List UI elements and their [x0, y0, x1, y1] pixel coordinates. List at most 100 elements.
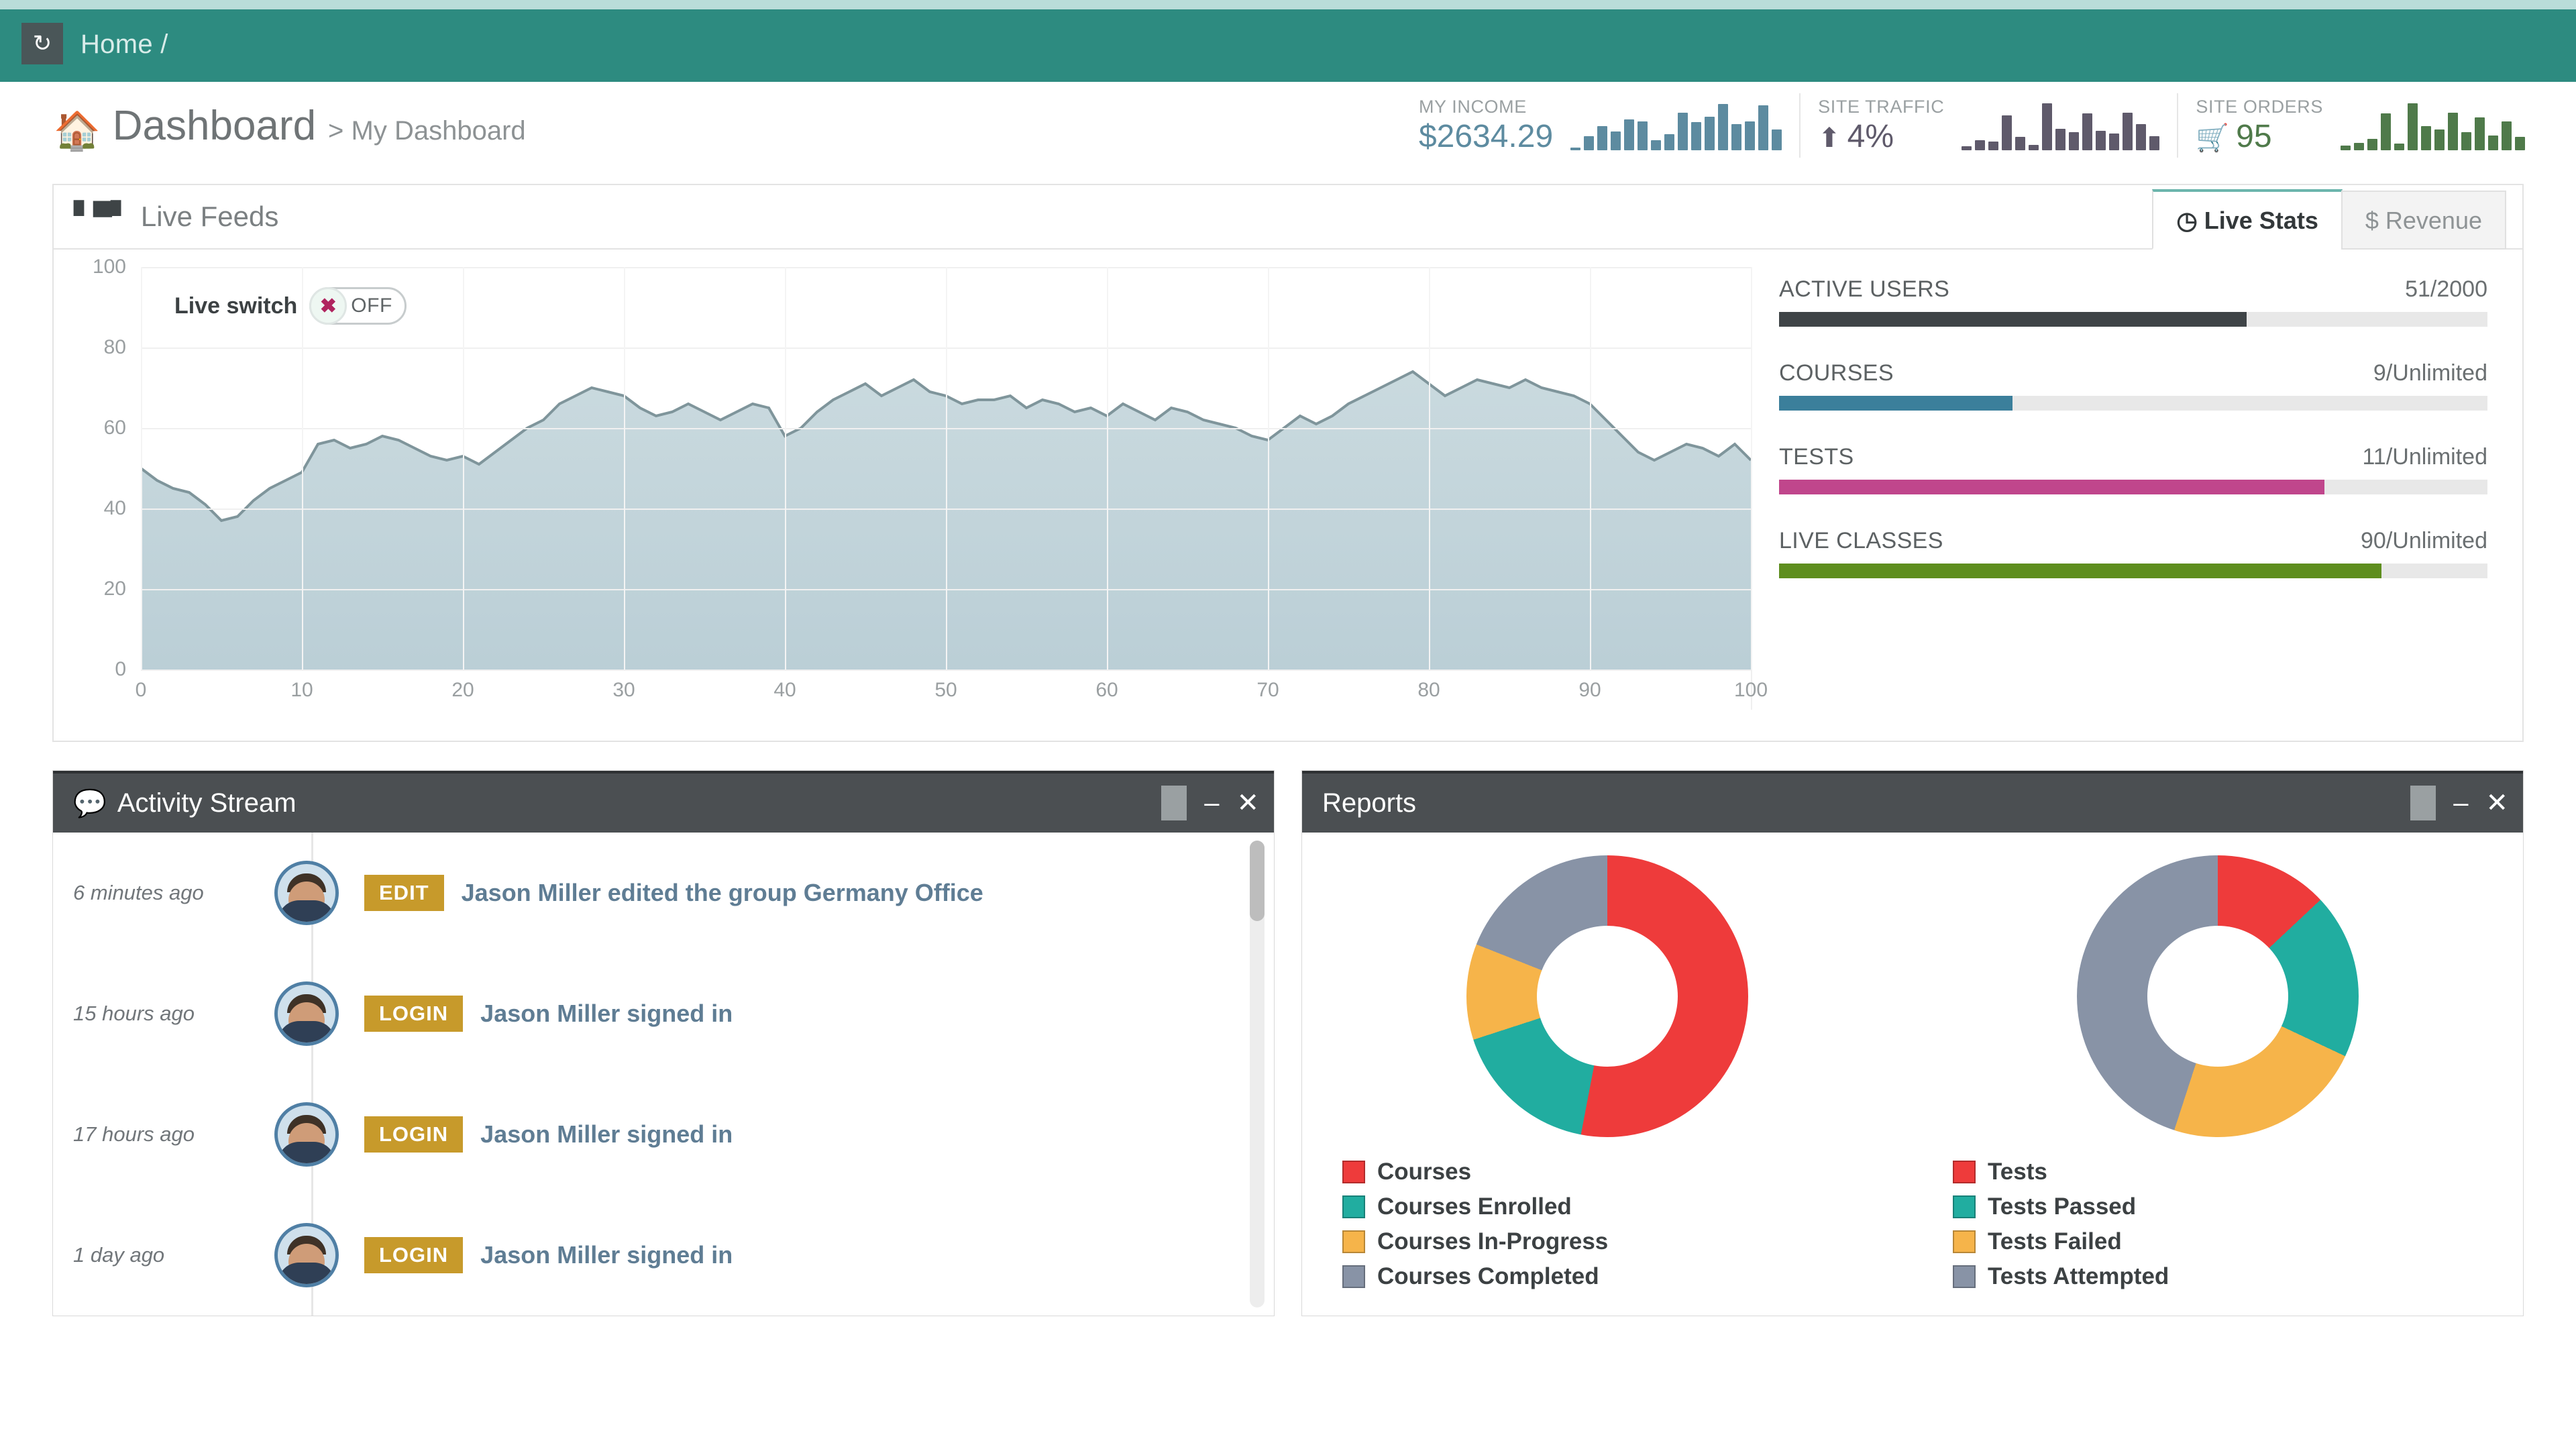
- tab-revenue[interactable]: $Revenue: [2341, 191, 2506, 250]
- legend-item[interactable]: Tests Passed: [1953, 1193, 2169, 1220]
- header-stat-my-income: MY INCOME$2634.29: [1401, 93, 1799, 158]
- activity-scrollbar-thumb[interactable]: [1250, 841, 1265, 921]
- minimize-icon[interactable]: –: [1204, 790, 1219, 816]
- chart-vertical-gridline: [1751, 267, 1752, 670]
- tests-donut-group: Tests Tests Passed Tests Failed Tests Attem…: [1913, 855, 2523, 1316]
- activity-text[interactable]: Jason Miller signed in: [480, 1000, 733, 1028]
- legend-label: Tests Passed: [1988, 1193, 2136, 1220]
- activity-timestamp: 17 hours ago: [73, 1122, 274, 1146]
- close-x-icon: ✖: [309, 287, 347, 325]
- tests-donut-chart: [2077, 855, 2359, 1137]
- chart-vertical-gridline: [1107, 267, 1108, 670]
- activity-stream-header: 💬 Activity Stream – ✕: [53, 771, 1274, 833]
- legend-item[interactable]: Courses In-Progress: [1342, 1228, 1608, 1255]
- close-icon[interactable]: ✕: [2485, 790, 2508, 816]
- reports-body: Courses Courses Enrolled Courses In-Progre…: [1302, 833, 2523, 1316]
- legend-item[interactable]: Courses Enrolled: [1342, 1193, 1608, 1220]
- activity-item[interactable]: 1 day ago LOGIN Jason Miller signed in: [53, 1195, 1274, 1316]
- chart-vertical-gridline: [1429, 267, 1430, 670]
- live-stat-label: TESTS: [1779, 444, 1854, 470]
- chart-vertical-gridline: [1268, 267, 1269, 670]
- live-stat-progress-fill: [1779, 396, 2012, 411]
- bar-chart-icon: ▘▀▘: [74, 201, 130, 232]
- chart-vertical-gridline: [785, 267, 786, 670]
- live-stat-row: ACTIVE USERS51/2000: [1779, 276, 2487, 327]
- activity-text[interactable]: Jason Miller signed in: [480, 1120, 733, 1149]
- reports-title: Reports: [1322, 788, 1416, 818]
- chart-x-tick-label: 40: [773, 679, 796, 702]
- legend-item[interactable]: Courses Completed: [1342, 1263, 1608, 1290]
- live-stat-header: COURSES9/Unlimited: [1779, 360, 2487, 386]
- restore-icon[interactable]: [1161, 786, 1187, 820]
- page-header: 🏠 Dashboard > My Dashboard MY INCOME$263…: [0, 82, 2576, 169]
- activity-item[interactable]: 17 hours ago LOGIN Jason Miller signed in: [53, 1074, 1274, 1195]
- activity-badge: LOGIN: [364, 1237, 463, 1273]
- header-stat-label: SITE TRAFFIC: [1818, 96, 1944, 117]
- refresh-icon[interactable]: ↻: [21, 23, 63, 64]
- chart-y-tick-label: 100: [93, 256, 126, 278]
- activity-timestamp: 1 day ago: [73, 1243, 274, 1267]
- activity-timestamp: 6 minutes ago: [73, 881, 274, 905]
- minimize-icon[interactable]: –: [2453, 790, 2468, 816]
- comment-icon: 💬: [73, 788, 107, 819]
- arrow-up-circle-icon: ⬆: [1818, 123, 1841, 153]
- live-stat-progress-fill: [1779, 312, 2247, 327]
- activity-badge: LOGIN: [364, 1116, 463, 1153]
- live-stat-value: 11/Unlimited: [2363, 444, 2487, 470]
- chart-y-tick-label: 80: [104, 336, 126, 359]
- courses-donut-chart: [1466, 855, 1748, 1137]
- live-feeds-body: Live switch ✖ OFF 020406080100 010203040…: [54, 250, 2522, 741]
- close-icon[interactable]: ✕: [1236, 790, 1259, 816]
- live-stat-label: ACTIVE USERS: [1779, 276, 1949, 303]
- live-stat-label: LIVE CLASSES: [1779, 528, 1943, 554]
- activity-item[interactable]: 6 minutes agoEDITJason Miller edited the…: [53, 833, 1274, 953]
- legend-swatch: [1342, 1161, 1365, 1183]
- activity-text[interactable]: Jason Miller signed in: [480, 1241, 733, 1269]
- restore-icon[interactable]: [2410, 786, 2436, 820]
- activity-panel-buttons: – ✕: [1161, 786, 1259, 820]
- header-stat-value: ⬆4%: [1818, 118, 1944, 155]
- chart-x-tick-label: 20: [451, 679, 474, 702]
- legend-swatch: [1342, 1265, 1365, 1288]
- legend-swatch: [1953, 1195, 1976, 1218]
- legend-label: Courses Enrolled: [1377, 1193, 1572, 1220]
- legend-label: Tests: [1988, 1159, 2047, 1185]
- live-stat-row: COURSES9/Unlimited: [1779, 360, 2487, 411]
- live-stat-progress-track: [1779, 312, 2487, 327]
- chart-y-tick-label: 60: [104, 417, 126, 439]
- header-stat-text: SITE TRAFFIC⬆4%: [1818, 96, 1944, 155]
- live-stat-value: 9/Unlimited: [2373, 360, 2487, 386]
- header-stat-value: $2634.29: [1419, 118, 1553, 155]
- activity-scrollbar[interactable]: [1250, 841, 1265, 1307]
- legend-item[interactable]: Tests Attempted: [1953, 1263, 2169, 1290]
- live-switch[interactable]: Live switch ✖ OFF: [174, 287, 407, 325]
- activity-stream-title: 💬 Activity Stream: [73, 788, 297, 819]
- activity-timestamp: 15 hours ago: [73, 1002, 274, 1026]
- activity-text[interactable]: Jason Miller edited the group Germany Of…: [462, 879, 983, 907]
- live-stat-row: TESTS 11/Unlimited: [1779, 444, 2487, 494]
- live-stat-row: LIVE CLASSES 90/Unlimited: [1779, 528, 2487, 578]
- live-switch-toggle[interactable]: ✖ OFF: [309, 287, 407, 325]
- legend-item[interactable]: Tests Failed: [1953, 1228, 2169, 1255]
- legend-item[interactable]: Courses: [1342, 1159, 1608, 1185]
- legend-swatch: [1953, 1161, 1976, 1183]
- chart-x-tick-label: 70: [1256, 679, 1279, 702]
- live-feeds-title: Live Feeds: [141, 201, 278, 233]
- chart-x-axis: 0102030405060708090100: [141, 670, 1751, 710]
- live-feeds-header: ▘▀▘ Live Feeds ◷Live Stats $Revenue: [54, 185, 2522, 250]
- live-feeds-tabs: ◷Live Stats $Revenue: [2153, 189, 2506, 250]
- tab-live-stats[interactable]: ◷Live Stats: [2152, 189, 2343, 250]
- chart-x-tick-label: 80: [1417, 679, 1440, 702]
- header-stat-label: SITE ORDERS: [2196, 96, 2323, 117]
- live-stat-progress-track: [1779, 480, 2487, 494]
- breadcrumb[interactable]: Home /: [80, 30, 168, 60]
- avatar: [274, 1223, 339, 1287]
- legend-item[interactable]: Tests: [1953, 1159, 2169, 1185]
- reports-panel-buttons: – ✕: [2410, 786, 2508, 820]
- header-stat-site-traffic: SITE TRAFFIC⬆4%: [1799, 93, 2177, 158]
- activity-item[interactable]: 15 hours agoLOGINJason Miller signed in: [53, 953, 1274, 1074]
- live-stat-value: 90/Unlimited: [2361, 528, 2487, 554]
- courses-donut-group: Courses Courses Enrolled Courses In-Progre…: [1302, 855, 1913, 1316]
- chart-x-tick-label: 90: [1578, 679, 1601, 702]
- live-stat-progress-track: [1779, 396, 2487, 411]
